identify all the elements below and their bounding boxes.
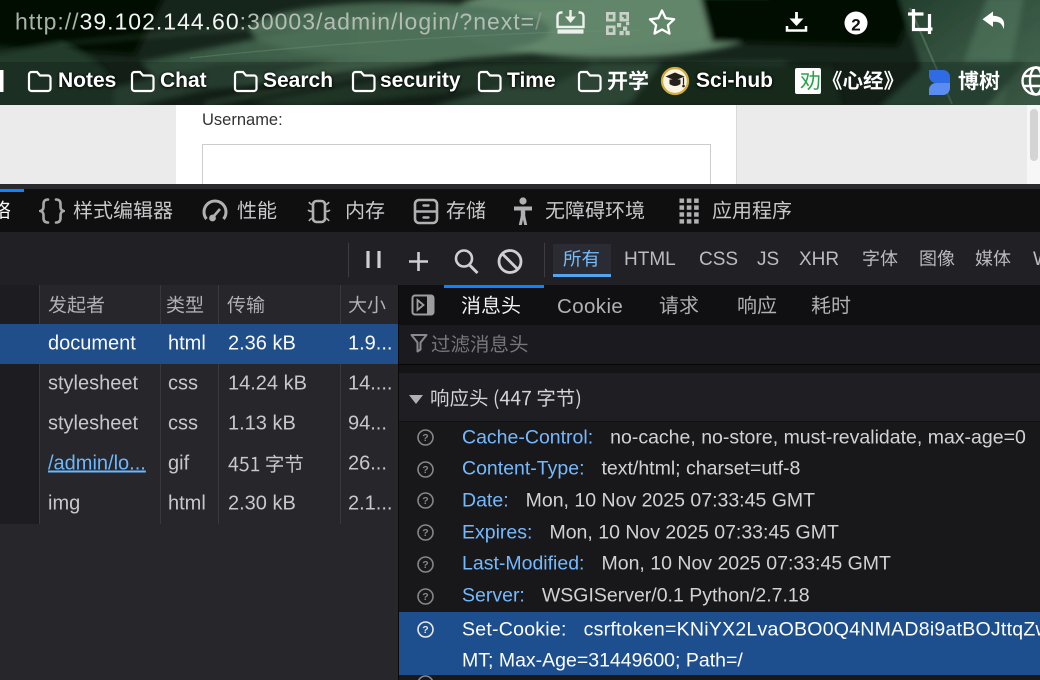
svg-text:?: ? xyxy=(422,591,428,603)
svg-text:2: 2 xyxy=(851,16,860,35)
svg-text:?: ? xyxy=(422,432,428,444)
svg-text:?: ? xyxy=(422,495,428,507)
svg-text:?: ? xyxy=(422,527,428,539)
svg-text:?: ? xyxy=(422,624,428,636)
svg-text:?: ? xyxy=(422,559,428,571)
svg-text:?: ? xyxy=(422,464,428,476)
